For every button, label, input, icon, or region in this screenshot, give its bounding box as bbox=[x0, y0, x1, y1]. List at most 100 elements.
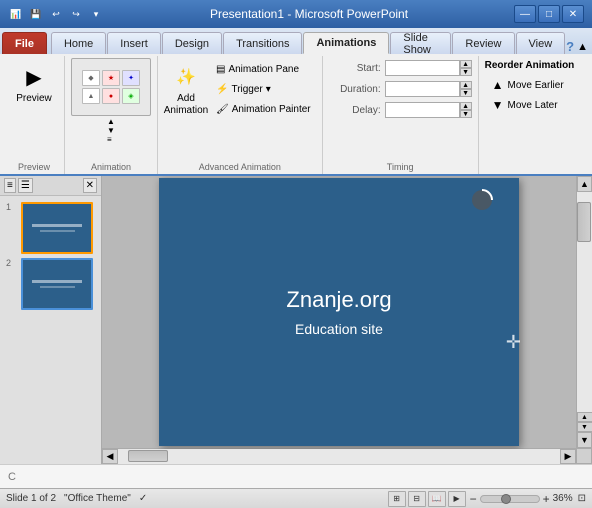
start-label: Start: bbox=[329, 63, 381, 74]
scroll-thumb[interactable] bbox=[577, 202, 591, 242]
slide-info: Slide 1 of 2 bbox=[6, 493, 56, 504]
save-quick-btn[interactable]: 💾 bbox=[28, 6, 44, 22]
animation-scroll-up[interactable]: ▲ bbox=[107, 118, 115, 126]
status-bar: Slide 1 of 2 "Office Theme" ✓ ⊞ ⊟ 📖 ▶ − … bbox=[0, 488, 592, 508]
zoom-slider-area: − + 36% ⊡ bbox=[470, 492, 586, 506]
animation-scroll-down[interactable]: ▼ bbox=[107, 127, 115, 135]
animation-painter-button[interactable]: 🖌 Animation Painter bbox=[211, 101, 316, 118]
zoom-thumb[interactable] bbox=[501, 494, 511, 504]
note-bar[interactable]: C bbox=[0, 464, 592, 488]
scroll-right-btn[interactable]: ▶ bbox=[560, 449, 576, 464]
add-animation-button[interactable]: ✨ AddAnimation bbox=[164, 58, 208, 120]
loading-indicator bbox=[470, 188, 494, 212]
scroll-track bbox=[577, 192, 592, 412]
reorder-title: Reorder Animation bbox=[485, 60, 585, 71]
reading-view-btn[interactable]: 📖 bbox=[428, 491, 446, 507]
canvas-area[interactable]: Znanje.org Education site ✛ bbox=[102, 176, 576, 448]
advanced-group-label: Advanced Animation bbox=[158, 162, 322, 172]
start-down-btn[interactable]: ▼ bbox=[460, 68, 472, 76]
close-panel-btn[interactable]: ✕ bbox=[83, 178, 97, 193]
scroll-corner bbox=[576, 448, 592, 464]
add-animation-label: AddAnimation bbox=[164, 93, 208, 117]
note-text: C bbox=[8, 471, 16, 483]
slide-thumb-1[interactable]: 1 bbox=[4, 200, 97, 256]
window-title: Presentation1 - Microsoft PowerPoint bbox=[104, 7, 514, 21]
animation-group-label: Animation bbox=[65, 162, 157, 172]
tab-view[interactable]: View bbox=[516, 32, 566, 54]
ribbon-group-reorder: Reorder Animation ▲ Move Earlier ▼ Move … bbox=[479, 56, 591, 174]
scroll-next-slide-btn[interactable]: ▼ bbox=[577, 422, 592, 432]
animation-expand[interactable]: ≡ bbox=[107, 136, 115, 144]
tab-animations[interactable]: Animations bbox=[303, 32, 389, 54]
scroll-left-btn[interactable]: ◀ bbox=[102, 449, 118, 464]
tab-transitions[interactable]: Transitions bbox=[223, 32, 302, 54]
maximize-button[interactable]: □ bbox=[538, 5, 560, 23]
undo-quick-btn[interactable]: ↩ bbox=[48, 6, 64, 22]
move-earlier-icon: ▲ bbox=[492, 78, 504, 92]
slideshow-view-btn[interactable]: ▶ bbox=[448, 491, 466, 507]
tab-insert[interactable]: Insert bbox=[107, 32, 161, 54]
fit-window-btn[interactable]: ⊡ bbox=[578, 493, 586, 504]
start-input[interactable] bbox=[385, 60, 460, 76]
spellcheck-icon[interactable]: ✓ bbox=[139, 493, 147, 504]
vertical-scrollbar: ▲ ▲ ▼ ▼ bbox=[576, 176, 592, 448]
slide-canvas[interactable]: Znanje.org Education site ✛ bbox=[159, 178, 519, 446]
delay-down-btn[interactable]: ▼ bbox=[460, 110, 472, 118]
animation-pane-button[interactable]: ▤ Animation Pane bbox=[211, 61, 316, 78]
ribbon-group-preview: ▶ Preview Preview bbox=[4, 56, 65, 174]
workspace: ≡ ☰ ✕ 1 2 bbox=[0, 176, 592, 464]
mouse-cursor: ✛ bbox=[506, 332, 521, 353]
slide-preview-1[interactable] bbox=[21, 202, 93, 254]
duration-row: Duration: ▲ ▼ bbox=[329, 81, 472, 97]
start-row: Start: ▲ ▼ bbox=[329, 60, 472, 76]
customize-quick-btn[interactable]: ▾ bbox=[88, 6, 104, 22]
app-icon: 📊 bbox=[8, 6, 24, 22]
delay-up-btn[interactable]: ▲ bbox=[460, 102, 472, 110]
preview-label: Preview bbox=[16, 93, 52, 105]
zoom-out-btn[interactable]: − bbox=[470, 492, 477, 506]
tab-home[interactable]: Home bbox=[51, 32, 106, 54]
duration-label: Duration: bbox=[329, 84, 381, 95]
outline-view-btn[interactable]: ☰ bbox=[18, 178, 33, 193]
zoom-slider[interactable] bbox=[480, 495, 540, 503]
delay-row: Delay: ▲ ▼ bbox=[329, 102, 472, 118]
move-later-button[interactable]: ▼ Move Later bbox=[485, 95, 585, 115]
slide-num-1: 1 bbox=[6, 202, 18, 212]
preview-button[interactable]: ▶ Preview bbox=[10, 58, 58, 108]
tab-slideshow[interactable]: Slide Show bbox=[390, 32, 451, 54]
animation-painter-label: Animation Painter bbox=[232, 104, 311, 115]
zoom-in-btn[interactable]: + bbox=[543, 492, 550, 506]
close-button[interactable]: ✕ bbox=[562, 5, 584, 23]
animation-group-content: ◆ ★ ✦ ▲ ● ◈ ▲ ▼ ≡ bbox=[71, 58, 151, 172]
scroll-down-btn[interactable]: ▼ bbox=[577, 432, 592, 448]
animation-pane-label: Animation Pane bbox=[228, 64, 299, 75]
delay-input[interactable] bbox=[385, 102, 460, 118]
trigger-button[interactable]: ⚡ Trigger ▾ bbox=[211, 81, 316, 98]
animation-gallery[interactable]: ◆ ★ ✦ ▲ ● ◈ bbox=[71, 58, 151, 116]
tab-design[interactable]: Design bbox=[162, 32, 222, 54]
normal-view-btn[interactable]: ⊞ bbox=[388, 491, 406, 507]
slide-preview-2[interactable] bbox=[21, 258, 93, 310]
slides-view-btn[interactable]: ≡ bbox=[4, 178, 16, 193]
help-icon[interactable]: ? bbox=[566, 39, 574, 54]
redo-quick-btn[interactable]: ↪ bbox=[68, 6, 84, 22]
title-bar: 📊 💾 ↩ ↪ ▾ Presentation1 - Microsoft Powe… bbox=[0, 0, 592, 28]
slide-panel: ≡ ☰ ✕ 1 2 bbox=[0, 176, 102, 464]
scroll-prev-slide-btn[interactable]: ▲ bbox=[577, 412, 592, 422]
duration-input[interactable] bbox=[385, 81, 460, 97]
move-later-label: Move Later bbox=[508, 100, 558, 111]
tab-file[interactable]: File bbox=[2, 32, 47, 54]
scroll-up-btn[interactable]: ▲ bbox=[577, 176, 592, 192]
ribbon-minimize-icon[interactable]: ▲ bbox=[577, 41, 588, 53]
tab-review[interactable]: Review bbox=[452, 32, 514, 54]
slide-sorter-btn[interactable]: ⊟ bbox=[408, 491, 426, 507]
start-up-btn[interactable]: ▲ bbox=[460, 60, 472, 68]
slide-thumb-2[interactable]: 2 bbox=[4, 256, 97, 312]
center-workspace: Znanje.org Education site ✛ ▲ ▲ ▼ bbox=[102, 176, 592, 464]
move-earlier-button[interactable]: ▲ Move Earlier bbox=[485, 75, 585, 95]
theme-info: "Office Theme" bbox=[64, 493, 131, 504]
duration-up-btn[interactable]: ▲ bbox=[460, 81, 472, 89]
minimize-button[interactable]: — bbox=[514, 5, 536, 23]
duration-down-btn[interactable]: ▼ bbox=[460, 89, 472, 97]
h-scroll-thumb[interactable] bbox=[128, 450, 168, 462]
